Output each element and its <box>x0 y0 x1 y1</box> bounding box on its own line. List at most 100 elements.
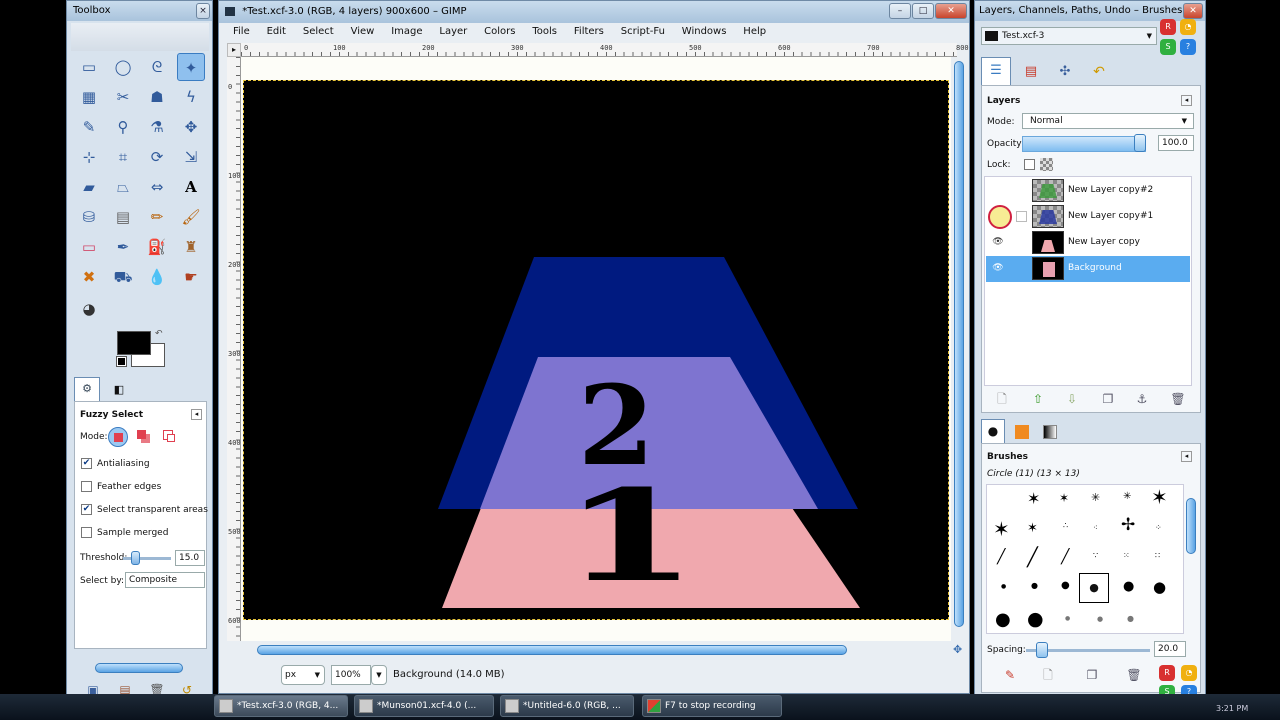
feather-edges-checkbox[interactable] <box>81 481 92 492</box>
brush-dots-icon[interactable]: ∵ <box>1093 551 1098 560</box>
menu-script-fu[interactable]: Script-Fu <box>621 26 665 37</box>
text-tool-icon[interactable]: A <box>177 173 205 201</box>
perspective-tool-icon[interactable]: ⏢ <box>109 173 137 201</box>
select-transparent-checkbox[interactable]: ✔ <box>81 504 92 515</box>
free-select-tool-icon[interactable]: ᘓ <box>143 53 171 81</box>
brush-circle-icon[interactable]: ● <box>1065 615 1070 622</box>
flip-tool-icon[interactable]: ⇔ <box>143 173 171 201</box>
threshold-slider-handle[interactable] <box>131 551 140 565</box>
layer-row-copy1[interactable]: New Layer copy#1 <box>986 204 1190 230</box>
brush-stroke-icon[interactable]: ╱ <box>1027 547 1038 568</box>
mode-add-icon[interactable] <box>137 430 151 444</box>
zoom-tool-icon[interactable]: ⚲ <box>109 113 137 141</box>
canvas-viewport[interactable]: 2 1 <box>241 57 951 641</box>
taskbar-item-untitled[interactable]: *Untitled-6.0 (RGB, ... <box>500 695 634 717</box>
tool-options-tab[interactable]: ⚙ <box>74 377 100 401</box>
align-tool-icon[interactable]: ⊹ <box>75 143 103 171</box>
brushes-panel-menu-icon[interactable]: ◂ <box>1181 451 1192 462</box>
app-button-red[interactable]: R <box>1160 19 1176 35</box>
ink-tool-icon[interactable]: ⛽ <box>143 233 171 261</box>
layer-visibility-eye-icon[interactable]: 👁 <box>991 237 1005 249</box>
canvas-vscrollbar[interactable] <box>954 61 964 627</box>
brush-sparkle-icon[interactable]: ✶ <box>1027 521 1038 536</box>
brush-circle-icon[interactable]: ● <box>1153 578 1166 596</box>
patterns-tab[interactable] <box>1011 421 1033 443</box>
app-button-blue[interactable]: ? <box>1180 39 1196 55</box>
dodge-burn-tool-icon[interactable]: ◕ <box>75 295 103 323</box>
device-status-tab[interactable]: ◧ <box>107 379 131 401</box>
edit-brush-icon[interactable]: ✎ <box>1000 666 1020 684</box>
duplicate-layer-icon[interactable]: ❐ <box>1098 390 1118 408</box>
mode-replace-icon[interactable] <box>108 427 128 447</box>
brush-dots-icon[interactable]: ⁖ <box>1093 523 1098 532</box>
airbrush-tool-icon[interactable]: ✒ <box>109 233 137 261</box>
brush-grid[interactable]: ✶ ✶ ✳ ✳ ✶ ✶ ✶ ∴ ⁖ ✢ ⁘ ╱ ╱ ╱ ∵ ⁙ ∷ ● ● ● <box>986 484 1184 634</box>
menu-select[interactable]: Select <box>303 26 334 37</box>
paths-tool-icon[interactable]: ϟ <box>177 83 205 111</box>
brush-grid-vscrollbar[interactable] <box>1186 498 1196 554</box>
brush-sparkle-icon[interactable]: ✳ <box>1091 491 1100 504</box>
menu-view[interactable]: View <box>351 26 375 37</box>
swap-colors-icon[interactable]: ↶ <box>155 329 163 339</box>
crop-tool-icon[interactable]: ⌗ <box>109 143 137 171</box>
brush-stroke-icon[interactable]: ╱ <box>997 549 1005 565</box>
image-canvas[interactable]: 2 1 <box>243 80 949 620</box>
paths-tab[interactable]: ✣ <box>1051 59 1079 85</box>
brush-circle-icon[interactable]: ● <box>995 609 1011 630</box>
brush-sparkle-icon[interactable]: ✶ <box>1027 489 1040 508</box>
dock-app-button-yellow[interactable]: ◔ <box>1181 665 1197 681</box>
layer-row-copy2[interactable]: New Layer copy#2 <box>986 178 1190 204</box>
mode-subtract-icon[interactable] <box>163 430 177 444</box>
eraser-tool-icon[interactable]: ▭ <box>75 233 103 261</box>
menu-tools[interactable]: Tools <box>532 26 557 37</box>
select-by-color-tool-icon[interactable]: ▦ <box>75 83 103 111</box>
scissors-tool-icon[interactable]: ✂ <box>109 83 137 111</box>
image-close-button[interactable]: ✕ <box>935 3 967 19</box>
opacity-value-field[interactable]: 100.0 <box>1158 135 1194 151</box>
raise-layer-icon[interactable]: ⇧ <box>1028 390 1048 408</box>
brush-sparkle-icon[interactable]: ✳ <box>1123 491 1131 502</box>
opacity-slider-handle[interactable] <box>1134 134 1146 152</box>
brush-sparkle-icon[interactable]: ✶ <box>1151 485 1168 509</box>
layers-tab[interactable]: ☰ <box>981 57 1011 85</box>
brush-dots-icon[interactable]: ∷ <box>1155 551 1160 560</box>
opacity-slider[interactable] <box>1022 136 1146 152</box>
image-titlebar[interactable]: *Test.xcf-3.0 (RGB, 4 layers) 900x600 – … <box>219 1 969 23</box>
foreground-select-tool-icon[interactable]: ☗ <box>143 83 171 111</box>
spacing-value-field[interactable]: 20.0 <box>1154 641 1186 657</box>
brush-sparkle-icon[interactable]: ✶ <box>1059 491 1069 505</box>
menu-file[interactable]: File <box>233 26 250 37</box>
zoom-combo[interactable]: 100% <box>331 665 371 685</box>
smudge-tool-icon[interactable]: ☛ <box>177 263 205 291</box>
heal-tool-icon[interactable]: ✖ <box>75 263 103 291</box>
navigate-icon[interactable]: ✥ <box>953 643 962 656</box>
horizontal-ruler[interactable]: 0 100 200 300 400 500 600 700 800 <box>241 43 969 57</box>
brush-circle-icon[interactable]: ● <box>1123 579 1134 594</box>
unit-combo[interactable]: px ▼ <box>281 665 325 685</box>
shear-tool-icon[interactable]: ▰ <box>75 173 103 201</box>
gradients-tab[interactable] <box>1039 421 1061 443</box>
brush-dots-icon[interactable]: ⁙ <box>1123 551 1130 560</box>
select-by-combo[interactable]: Composite <box>125 572 205 588</box>
delete-brush-icon[interactable]: 🗑 <box>1124 666 1144 684</box>
rect-select-tool-icon[interactable]: ▭ <box>75 53 103 81</box>
taskbar-item-munson[interactable]: *Munson01.xcf-4.0 (... <box>354 695 494 717</box>
clone-tool-icon[interactable]: ♜ <box>177 233 205 261</box>
delete-layer-icon[interactable]: 🗑 <box>1168 390 1188 408</box>
toolbox-close-button[interactable]: × <box>196 3 210 19</box>
toolbox-hscrollbar[interactable] <box>95 663 183 673</box>
brush-stroke-icon[interactable]: ╱ <box>1061 549 1069 565</box>
bucket-fill-tool-icon[interactable]: ⛁ <box>75 203 103 231</box>
quick-mask-corner[interactable]: ▸ <box>227 43 241 57</box>
pencil-tool-icon[interactable]: ✏ <box>143 203 171 231</box>
vertical-ruler[interactable]: 0 100 200 300 400 500 600 <box>227 57 241 641</box>
taskbar-item-test[interactable]: *Test.xcf-3.0 (RGB, 4... <box>214 695 348 717</box>
brush-circle-icon[interactable]: ● <box>1001 583 1006 590</box>
brush-circle-icon[interactable]: ● <box>1031 581 1038 590</box>
new-brush-icon[interactable]: 🗋 <box>1038 666 1058 684</box>
image-maximize-button[interactable]: □ <box>912 3 934 19</box>
default-colors-icon[interactable] <box>116 356 127 367</box>
foreground-color-swatch[interactable] <box>117 331 151 355</box>
toolbox-titlebar[interactable]: Toolbox <box>67 1 212 21</box>
layers-panel-menu-icon[interactable]: ◂ <box>1181 95 1192 106</box>
